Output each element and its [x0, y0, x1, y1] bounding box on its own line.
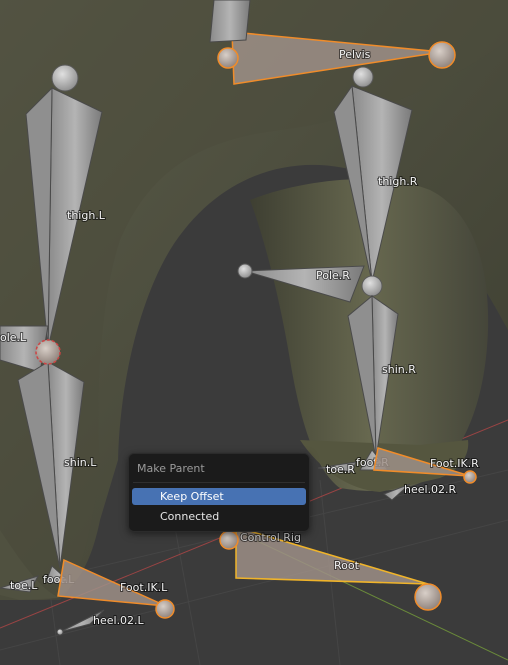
menu-title: Make Parent: [137, 462, 205, 475]
bone-label-shin-l: shin.L: [64, 456, 97, 469]
bone-label-heel-02-l: heel.02.L: [93, 614, 145, 627]
3d-viewport[interactable]: Pelvis thigh.L thigh.R Pole.R ole.L shin…: [0, 0, 508, 665]
bone-label-thigh-r: thigh.R: [378, 175, 418, 188]
armature-scene[interactable]: Pelvis thigh.L thigh.R Pole.R ole.L shin…: [0, 0, 508, 665]
menu-item-label: Connected: [160, 510, 220, 523]
bone-label-pelvis: Pelvis: [339, 48, 371, 61]
bone-label-foot-ik-r: Foot.IK.R: [430, 457, 479, 470]
menu-item-label: Keep Offset: [160, 490, 224, 503]
make-parent-menu: Make Parent Keep Offset Connected: [128, 453, 310, 532]
bone-spine-stub[interactable]: [209, 0, 251, 43]
bone-label-toe-l: toe.L: [10, 579, 38, 592]
bone-label-shin-r: shin.R: [382, 363, 416, 376]
bone-label-heel-02-r: heel.02.R: [404, 483, 457, 496]
bone-label-toe-r: toe.R: [326, 463, 355, 476]
menu-item-connected[interactable]: Connected: [132, 508, 306, 525]
object-label-control-rig: Control Rig: [240, 531, 301, 544]
menu-separator: [133, 482, 305, 483]
bone-label-root: Root: [334, 559, 360, 572]
bone-label-foot-ik-l: Foot.IK.L: [120, 581, 168, 594]
bone-label-thigh-l: thigh.L: [67, 209, 106, 222]
menu-item-keep-offset[interactable]: Keep Offset: [132, 488, 306, 505]
bone-label-pole-l: ole.L: [0, 331, 27, 344]
bone-label-pole-r: Pole.R: [316, 269, 350, 282]
